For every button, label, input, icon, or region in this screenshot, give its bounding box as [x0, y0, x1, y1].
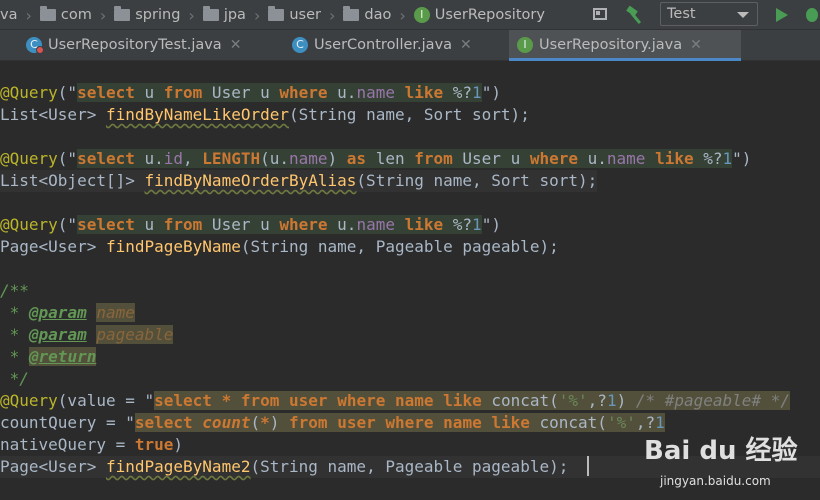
text-caret: [587, 456, 589, 476]
folder-icon: [202, 6, 219, 21]
code-line: List<Object[]> findByNameOrderByAlias(St…: [0, 170, 598, 192]
interface-icon: I: [413, 7, 430, 23]
folder-icon: [114, 6, 131, 21]
breadcrumb-item-spring[interactable]: spring: [114, 6, 180, 23]
breadcrumb-separator: ›: [188, 5, 195, 25]
code-line: */: [0, 369, 29, 388]
baidu-watermark-url: jingyan.baidu.com: [660, 474, 771, 488]
breadcrumb-separator: ›: [25, 5, 32, 25]
run-configuration-select[interactable]: Test: [660, 2, 758, 26]
baidu-watermark-logo: Bai du 经验: [644, 436, 798, 466]
breadcrumb-separator: ›: [328, 5, 336, 25]
code-line: @Query(value = "select * from user where…: [0, 391, 790, 410]
breadcrumb: va › com › spring › jpa › user › dao › I…: [0, 0, 545, 30]
breadcrumb-item-user[interactable]: user: [268, 6, 321, 23]
code-line: @Query("select u from User u where u.nam…: [0, 83, 501, 102]
code-line: @Query("select u from User u where u.nam…: [0, 215, 501, 234]
tab-userrepositorytest[interactable]: C UserRepositoryTest.java ✕: [18, 30, 280, 60]
code-line: Page<User> findPageByName(String name, P…: [0, 237, 559, 256]
breadcrumb-separator: ›: [253, 5, 261, 25]
close-icon[interactable]: ✕: [230, 37, 242, 53]
folder-icon: [343, 6, 360, 21]
close-icon[interactable]: ✕: [460, 37, 472, 53]
breadcrumb-separator: ›: [399, 5, 406, 25]
folder-icon: [268, 6, 285, 21]
tab-userrepository[interactable]: I UserRepository.java ✕: [509, 30, 741, 61]
chevron-down-icon: [737, 12, 749, 18]
folder-icon: [39, 6, 56, 21]
breadcrumb-separator: ›: [99, 5, 107, 25]
tab-usercontroller[interactable]: C UserController.java ✕: [284, 30, 506, 60]
code-line: /**: [0, 281, 29, 300]
code-line: @Query("select u.id, LENGTH(u.name) as l…: [0, 149, 752, 168]
code-line: nativeQuery = true): [0, 435, 184, 454]
breadcrumb-item-com[interactable]: com: [39, 6, 92, 23]
editor-tab-bar: C UserRepositoryTest.java ✕ C UserContro…: [0, 30, 820, 61]
debug-bug-icon[interactable]: [804, 5, 820, 23]
close-icon[interactable]: ✕: [690, 37, 702, 53]
code-line: List<User> findByNameLikeOrder(String na…: [0, 105, 530, 124]
code-line: * @return: [0, 347, 97, 366]
code-line: * @param pageable: [0, 325, 174, 344]
project-structure-icon[interactable]: [593, 8, 607, 20]
breadcrumb-item-dao[interactable]: dao: [343, 6, 391, 23]
interface-icon: I: [517, 37, 533, 53]
class-icon: C: [26, 37, 44, 54]
breadcrumb-item-java[interactable]: va: [0, 7, 17, 23]
breadcrumb-item-userrepository[interactable]: I UserRepository: [413, 7, 545, 23]
navigation-bar: va › com › spring › jpa › user › dao › I…: [0, 0, 820, 30]
code-line: countQuery = "select count(*) from user …: [0, 413, 665, 432]
run-configuration-label: Test: [667, 6, 696, 22]
class-icon: C: [292, 37, 308, 53]
breadcrumb-item-jpa[interactable]: jpa: [202, 6, 246, 23]
code-line: * @param name: [0, 303, 135, 322]
run-icon[interactable]: [776, 8, 788, 22]
build-hammer-icon[interactable]: [624, 4, 646, 26]
